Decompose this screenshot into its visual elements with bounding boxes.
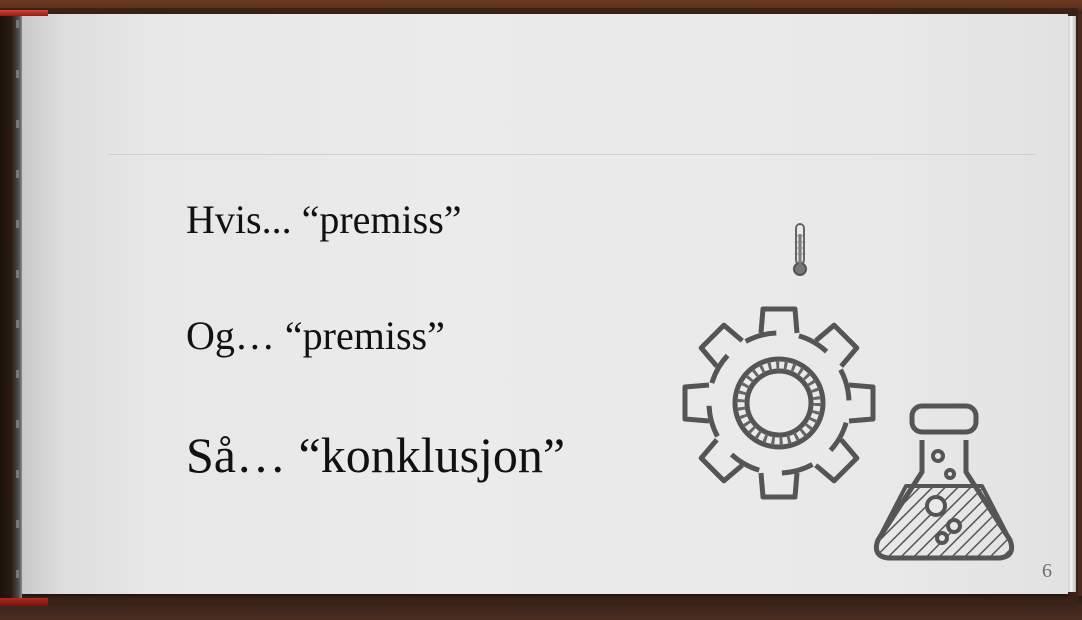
bookmark-ribbon-top — [0, 10, 48, 16]
flask-icon — [873, 403, 1015, 561]
title-divider — [108, 154, 1036, 155]
premise-line-2: Og… “premiss” — [186, 313, 445, 358]
premise-line-1: Hvis... “premiss” — [186, 197, 462, 242]
conclusion-line: Så… “konklusjon” — [186, 427, 566, 483]
page-number: 6 — [1042, 560, 1052, 582]
gear-icon — [682, 306, 876, 500]
bookmark-ribbon-bottom — [0, 598, 48, 606]
thermometer-icon — [793, 223, 807, 276]
slide-page: Hvis... “premiss” Og… “premiss” Så… “kon… — [22, 14, 1076, 594]
spine-stitching — [16, 20, 19, 590]
